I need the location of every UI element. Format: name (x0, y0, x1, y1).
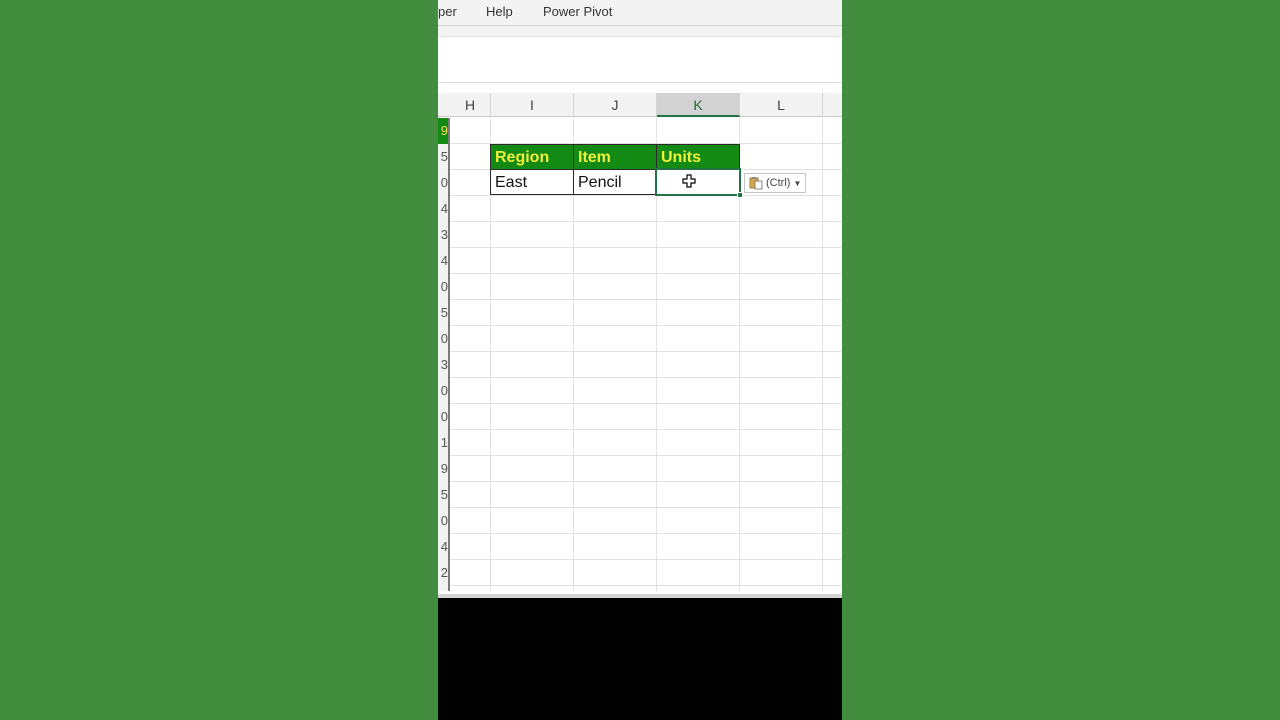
row-header[interactable]: 4 (438, 534, 448, 560)
table-header-region[interactable]: Region (490, 144, 574, 170)
menu-item-developer[interactable]: per (438, 4, 457, 19)
column-header-k[interactable]: K (657, 93, 740, 117)
cell-area[interactable]: 9 5 0 4 3 4 0 5 0 3 0 0 1 9 5 0 4 2 Regi… (438, 118, 842, 591)
grid-line (450, 585, 842, 586)
grid-line (450, 247, 842, 248)
column-headers: H I J K L (438, 93, 842, 117)
grid-line (450, 325, 842, 326)
menu-gap (438, 26, 842, 36)
background-right (842, 0, 1280, 720)
table-cell-region[interactable]: East (490, 169, 574, 195)
grid-line (450, 403, 842, 404)
grid-line (822, 118, 823, 591)
row-header[interactable]: 0 (438, 508, 448, 534)
grid-line (450, 429, 842, 430)
row-header[interactable]: 4 (438, 248, 448, 274)
row-header[interactable]: 9 (438, 456, 448, 482)
grid-line (450, 351, 842, 352)
grid-line (450, 507, 842, 508)
grid-line (450, 533, 842, 534)
row-header[interactable]: 0 (438, 170, 448, 196)
column-header-l[interactable]: L (740, 93, 823, 117)
menu-item-help[interactable]: Help (486, 4, 513, 19)
table-cell-item[interactable]: Pencil (573, 169, 657, 195)
grid-line (450, 273, 842, 274)
column-header-h[interactable]: H (450, 93, 491, 117)
excel-window: per Help Power Pivot H I J K L 9 5 0 4 3 (438, 0, 842, 720)
row-header[interactable]: 0 (438, 404, 448, 430)
row-header[interactable]: 4 (438, 196, 448, 222)
chevron-down-icon: ▼ (793, 178, 802, 188)
menu-bar: per Help Power Pivot (438, 0, 842, 26)
row-header[interactable]: 0 (438, 326, 448, 352)
table-header-item[interactable]: Item (573, 144, 657, 170)
worksheet-grid: H I J K L 9 5 0 4 3 4 0 5 0 3 0 0 1 9 5 … (438, 82, 842, 594)
grid-line (450, 377, 842, 378)
grid-line (450, 195, 842, 196)
row-header[interactable]: 5 (438, 300, 448, 326)
grid-line (450, 481, 842, 482)
black-overlay (438, 598, 842, 720)
row-header[interactable]: 3 (438, 352, 448, 378)
selected-cell-k[interactable] (655, 168, 741, 196)
row-header[interactable]: 0 (438, 378, 448, 404)
row-header[interactable]: 5 (438, 144, 448, 170)
cell-cursor-icon (682, 174, 696, 188)
column-header-j[interactable]: J (574, 93, 657, 117)
grid-line (450, 559, 842, 560)
row-header[interactable]: 1 (438, 430, 448, 456)
row-header[interactable]: 3 (438, 222, 448, 248)
row-header[interactable]: 2 (438, 560, 448, 586)
paste-options-button[interactable]: (Ctrl) ▼ (744, 173, 807, 193)
column-header-i[interactable]: I (491, 93, 574, 117)
ribbon (438, 36, 842, 82)
table-header-units[interactable]: Units (656, 144, 740, 170)
grid-line (450, 455, 842, 456)
row-headers: 9 5 0 4 3 4 0 5 0 3 0 0 1 9 5 0 4 2 (438, 118, 450, 591)
fill-handle[interactable] (737, 192, 743, 198)
background-left (0, 0, 438, 720)
clipboard-icon (749, 177, 763, 190)
row-header[interactable]: 0 (438, 274, 448, 300)
row-header[interactable]: 9 (438, 118, 448, 144)
paste-options-label: (Ctrl) (766, 177, 791, 189)
menu-item-power-pivot[interactable]: Power Pivot (543, 4, 612, 19)
grid-line (450, 221, 842, 222)
row-header[interactable]: 5 (438, 482, 448, 508)
grid-line (450, 299, 842, 300)
